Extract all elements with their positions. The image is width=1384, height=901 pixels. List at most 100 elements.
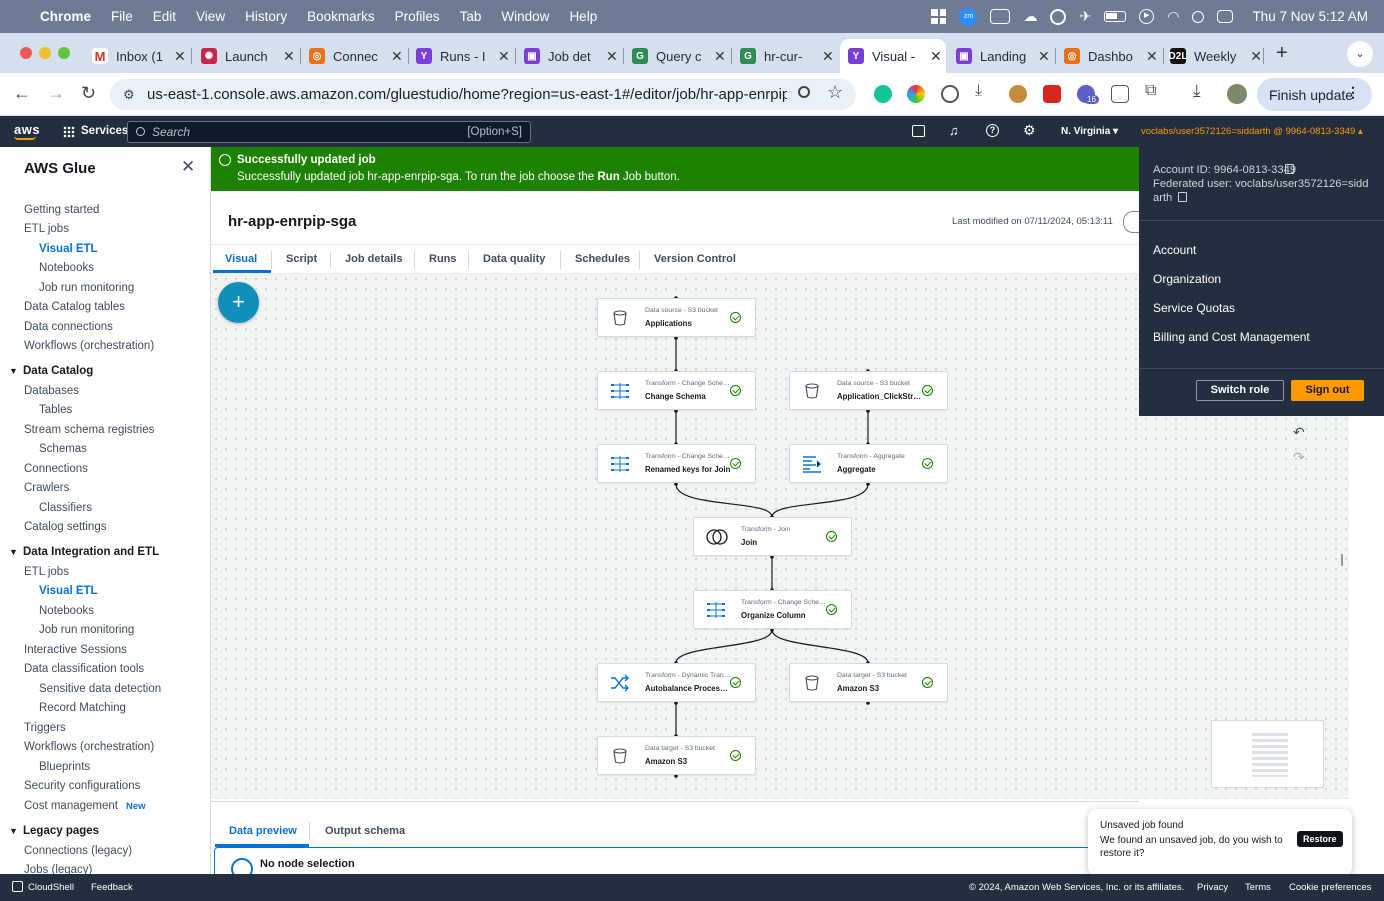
browser-tab[interactable]: ◎ Dashbo ✕ <box>1056 39 1164 73</box>
control-center-icon[interactable] <box>1217 10 1234 23</box>
sidebar-item-sensitive-data-detection[interactable]: Sensitive data detection <box>39 683 161 695</box>
minimap[interactable] <box>1211 720 1324 788</box>
graph-node-organize-column[interactable]: Transform - Change Schema Organize Column <box>693 590 852 629</box>
menubar-item[interactable]: Tab <box>450 9 492 24</box>
privacy-link[interactable]: Privacy <box>1197 882 1228 893</box>
tab-search-button[interactable]: ⌄ <box>1347 41 1373 67</box>
sidebar-item-connections[interactable]: Connections <box>24 463 88 475</box>
graph-node-amazon-s3[interactable]: Data target - S3 bucket Amazon S3 <box>789 663 948 702</box>
minimize-window-button[interactable] <box>39 47 51 59</box>
close-tab-icon[interactable]: ✕ <box>498 48 510 65</box>
help-icon[interactable]: ? <box>986 124 999 137</box>
site-settings-icon[interactable]: ⚙ <box>123 87 135 103</box>
sidebar-item-jobs-legacy[interactable]: Jobs (legacy) <box>24 864 92 874</box>
account-menu[interactable]: voclabs/user3572126=siddarth @ 9964-0813… <box>1141 126 1363 137</box>
tab-job-details[interactable]: Job details <box>345 253 402 265</box>
aws-logo[interactable]: aws <box>14 122 40 137</box>
sidebar-item-notebooks[interactable]: Notebooks <box>39 605 94 617</box>
tab-runs[interactable]: Runs <box>429 253 457 265</box>
sign-out-button[interactable]: Sign out <box>1291 380 1364 401</box>
browser-tab[interactable]: ▣ Landing ✕ <box>948 39 1056 73</box>
grid-icon[interactable] <box>931 9 947 24</box>
graph-node-aggregate[interactable]: Transform - Aggregate Aggregate <box>789 444 948 483</box>
notifications-icon[interactable]: ♫ <box>949 123 959 138</box>
sidebar-item-triggers[interactable]: Triggers <box>24 722 66 734</box>
sidebar-item-workflows-orchestration[interactable]: Workflows (orchestration) <box>24 340 154 352</box>
sidebar-item-connections-legacy[interactable]: Connections (legacy) <box>24 845 132 857</box>
graph-node-change-schema[interactable]: Transform - Change Schema Change Schema <box>597 371 756 410</box>
close-tab-icon[interactable]: ✕ <box>930 48 942 65</box>
sidebar-item-job-run-monitoring[interactable]: Job run monitoring <box>39 624 134 636</box>
sidebar-item-catalog-settings[interactable]: Catalog settings <box>24 521 106 533</box>
browser-tab[interactable]: Y Runs - I ✕ <box>408 39 516 73</box>
feedback-link[interactable]: Feedback <box>91 882 133 893</box>
sidebar-item-visual-etl[interactable]: Visual ETL <box>39 585 98 597</box>
sidebar-item-classifiers[interactable]: Classifiers <box>39 502 92 514</box>
reload-icon[interactable]: ↻ <box>81 83 96 104</box>
settings-gear-icon[interactable]: ⚙ <box>1023 122 1036 139</box>
weather-icon[interactable]: ☁ <box>1023 8 1037 25</box>
switch-role-button[interactable]: Switch role <box>1196 380 1284 401</box>
browser-tab[interactable]: Y Visual - ✕ <box>840 39 946 73</box>
bookmark-star-icon[interactable]: ☆ <box>827 82 843 103</box>
region-selector[interactable]: N. Virginia ▾ <box>1061 126 1118 137</box>
menubar-clock[interactable]: Thu 7 Nov 5:12 AM <box>1252 9 1368 24</box>
sidebar-item-cost-management[interactable]: Cost management New <box>24 800 146 812</box>
close-tab-icon[interactable]: ✕ <box>1146 48 1158 65</box>
sidebar-item-interactive-sessions[interactable]: Interactive Sessions <box>24 644 127 656</box>
close-tab-icon[interactable]: ✕ <box>391 48 403 65</box>
tab-visual[interactable]: Visual <box>225 253 257 265</box>
graph-node-renamed-keys-for-join[interactable]: Transform - Change Schema Renamed keys fo… <box>597 444 756 483</box>
graph-node-autobalance-processing[interactable]: Transform - Dynamic Transform Autobalance… <box>597 663 756 702</box>
screenshot-icon[interactable] <box>990 9 1011 24</box>
sidebar-item-record-matching[interactable]: Record Matching <box>39 702 126 714</box>
restore-button[interactable]: Restore <box>1297 831 1343 847</box>
browser-tab[interactable]: G Query c ✕ <box>624 39 732 73</box>
caret-down-icon[interactable]: ▼ <box>9 826 18 836</box>
ai-extension-icon[interactable] <box>941 85 959 103</box>
pdf-extension-icon[interactable] <box>1043 85 1061 103</box>
sidebar-item-etl-jobs[interactable]: ETL jobs <box>24 566 69 578</box>
profile-avatar[interactable] <box>1227 84 1247 104</box>
zoom-icon[interactable]: zm <box>959 7 978 26</box>
sidebar-item-data-connections[interactable]: Data connections <box>24 321 113 333</box>
menubar-item[interactable]: Window <box>491 9 559 24</box>
sidebar-item-visual-etl[interactable]: Visual ETL <box>39 243 98 255</box>
close-sidebar-icon[interactable]: ✕ <box>181 157 195 177</box>
menu-item-account[interactable]: Account <box>1153 243 1196 257</box>
tab-data-quality[interactable]: Data quality <box>483 253 545 265</box>
cookie-preferences-link[interactable]: Cookie preferences <box>1289 882 1371 893</box>
header-action-button[interactable] <box>1123 211 1139 233</box>
sidebar-item-crawlers[interactable]: Crawlers <box>24 482 69 494</box>
tab-script[interactable]: Script <box>286 253 317 265</box>
tab-schedules[interactable]: Schedules <box>575 253 630 265</box>
maximize-window-button[interactable] <box>58 47 70 59</box>
sidebar-item-data-catalog[interactable]: Data Catalog <box>23 365 93 377</box>
sidebar-item-schemas[interactable]: Schemas <box>39 443 87 455</box>
back-icon[interactable]: ← <box>13 83 31 104</box>
spy-extension-icon[interactable] <box>1009 85 1027 103</box>
finish-update-button[interactable]: Finish update ⋮ <box>1257 78 1372 111</box>
redo-icon[interactable]: ↷ <box>1293 449 1305 466</box>
copy-user-icon[interactable] <box>1178 192 1187 202</box>
graph-node-join[interactable]: Transform - Join Join <box>693 517 852 556</box>
tab-data-preview[interactable]: Data preview <box>229 825 297 837</box>
sidebar-item-legacy-pages[interactable]: Legacy pages <box>23 825 99 837</box>
menu-item-organization[interactable]: Organization <box>1153 272 1221 286</box>
color-extension-icon[interactable] <box>907 85 925 103</box>
search-page-icon[interactable] <box>798 86 810 98</box>
resize-handle-icon[interactable] <box>1341 554 1343 566</box>
graph-node-amazon-s3[interactable]: Data target - S3 bucket Amazon S3 <box>597 736 756 775</box>
services-grid-icon[interactable] <box>63 126 75 138</box>
sidebar-item-getting-started[interactable]: Getting started <box>24 204 99 216</box>
menubar-item[interactable]: Bookmarks <box>297 9 385 24</box>
cloudshell-icon[interactable] <box>912 125 925 137</box>
services-menu[interactable]: Services <box>81 125 128 137</box>
sidebar-item-data-integration-and-etl[interactable]: Data Integration and ETL <box>23 546 159 558</box>
address-bar[interactable]: ⚙ us-east-1.console.aws.amazon.com/glues… <box>110 79 856 110</box>
wifi-icon[interactable]: ◠ <box>1167 8 1179 25</box>
close-window-button[interactable] <box>20 47 32 59</box>
grammarly-extension-icon[interactable] <box>874 85 892 103</box>
menubar-item[interactable]: Help <box>559 9 607 24</box>
terms-link[interactable]: Terms <box>1245 882 1271 893</box>
